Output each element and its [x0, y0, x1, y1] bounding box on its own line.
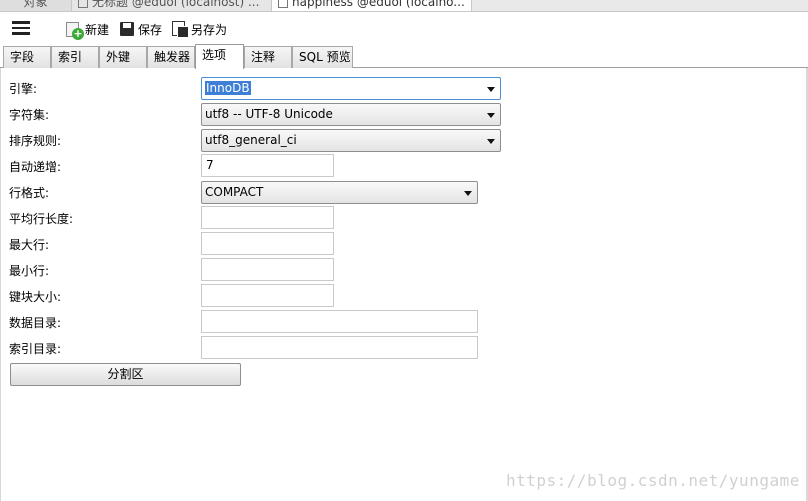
row-format-select[interactable]: COMPACT — [201, 181, 478, 204]
new-button[interactable]: 新建 — [66, 18, 109, 40]
tab-label: 字段 — [10, 50, 35, 64]
watermark: https://blog.csdn.net/yungame — [506, 471, 800, 490]
tab-label: 索引 — [58, 50, 83, 64]
chevron-down-icon — [487, 139, 495, 144]
tab-label: SQL 预览 — [299, 50, 351, 64]
avg-row-length-input[interactable] — [201, 206, 334, 229]
key-block-size-label: 键块大小: — [9, 290, 62, 304]
charset-value: utf8 -- UTF-8 Unicode — [205, 107, 333, 121]
tab-sql-preview[interactable]: SQL 预览 — [292, 46, 353, 68]
max-rows-label: 最大行: — [9, 238, 50, 252]
collation-select[interactable]: utf8_general_ci — [201, 129, 501, 152]
engine-value: InnoDB — [205, 81, 251, 95]
tab-label: 外键 — [106, 50, 131, 64]
key-block-size-input[interactable] — [201, 284, 334, 307]
chevron-down-icon — [487, 113, 495, 118]
tab-indexes[interactable]: 索引 — [51, 46, 99, 68]
tab-label: 选项 — [202, 48, 227, 62]
data-directory-label: 数据目录: — [9, 316, 62, 330]
auto-increment-label: 自动递增: — [9, 160, 62, 174]
toolbar: 新建 保存 另存为 — [0, 14, 808, 44]
index-directory-label: 索引目录: — [9, 342, 62, 356]
new-icon — [66, 21, 84, 40]
save-button[interactable]: 保存 — [119, 18, 162, 40]
document-tab-strip: 对象 无标题 @eduol (localhost) ... happiness … — [0, 0, 808, 12]
tab-foreign-keys[interactable]: 外键 — [99, 46, 147, 68]
partition-button[interactable]: 分割区 — [10, 363, 241, 386]
row-format-value: COMPACT — [205, 185, 264, 199]
hamburger-icon[interactable] — [12, 21, 30, 37]
min-rows-label: 最小行: — [9, 264, 50, 278]
tab-triggers[interactable]: 触发器 — [147, 46, 195, 68]
chevron-down-icon — [487, 87, 495, 92]
collation-value: utf8_general_ci — [205, 133, 297, 147]
engine-select[interactable]: InnoDB — [201, 77, 501, 100]
tab-label: 触发器 — [154, 50, 191, 64]
doc-tab-label: happiness @eduol (localho... — [292, 0, 465, 9]
doc-tab-happiness[interactable]: happiness @eduol (localho... — [272, 0, 472, 11]
min-rows-input[interactable] — [201, 258, 334, 281]
auto-increment-input[interactable]: 7 — [201, 154, 334, 177]
row-format-label: 行格式: — [9, 186, 50, 200]
tab-fields[interactable]: 字段 — [3, 46, 51, 68]
doc-tab-objects[interactable]: 对象 — [0, 0, 72, 11]
chevron-down-icon — [464, 191, 472, 196]
charset-select[interactable]: utf8 -- UTF-8 Unicode — [201, 103, 501, 126]
table-design-icon — [278, 0, 288, 8]
doc-tab-untitled[interactable]: 无标题 @eduol (localhost) ... — [72, 0, 272, 11]
save-as-label: 另存为 — [191, 22, 228, 37]
new-label: 新建 — [85, 22, 110, 37]
charset-label: 字符集: — [9, 108, 50, 122]
save-label: 保存 — [138, 22, 163, 37]
doc-tab-label: 无标题 @eduol (localhost) ... — [92, 0, 260, 9]
panel-border — [0, 68, 1, 501]
max-rows-input[interactable] — [201, 232, 334, 255]
designer-tab-bar: 字段 索引 外键 触发器 选项 注释 SQL 预览 — [0, 44, 808, 69]
table-icon — [78, 0, 88, 8]
collation-label: 排序规则: — [9, 134, 62, 148]
save-as-button[interactable]: 另存为 — [172, 18, 227, 40]
tab-options[interactable]: 选项 — [195, 44, 244, 69]
index-directory-input[interactable] — [201, 336, 478, 359]
tab-comments[interactable]: 注释 — [244, 46, 292, 68]
avg-row-length-label: 平均行长度: — [9, 212, 74, 226]
save-icon — [119, 21, 135, 37]
doc-tab-label: 对象 — [23, 0, 48, 9]
save-as-icon — [172, 21, 189, 38]
data-directory-input[interactable] — [201, 310, 478, 333]
tab-label: 注释 — [251, 50, 276, 64]
engine-label: 引擎: — [9, 82, 38, 96]
